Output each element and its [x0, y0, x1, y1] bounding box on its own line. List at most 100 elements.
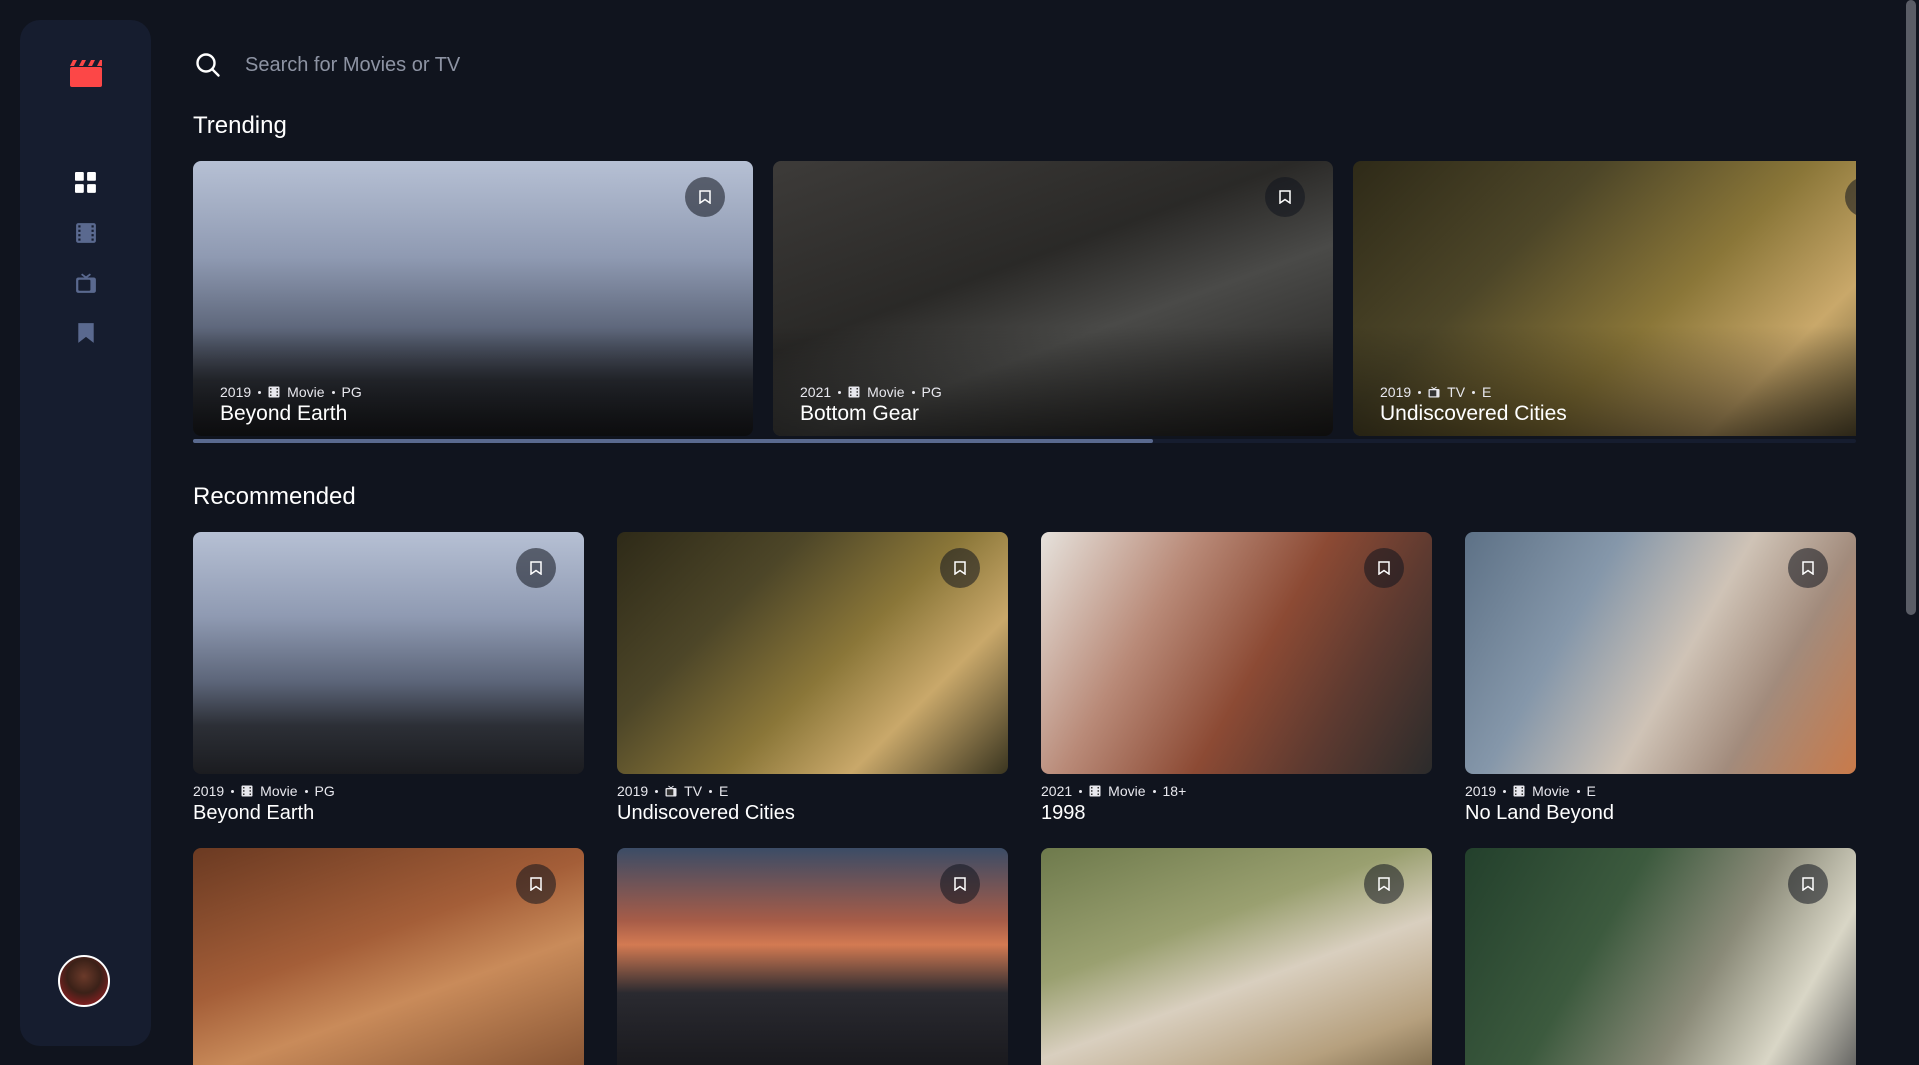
bookmark-button[interactable] [685, 177, 725, 217]
trending-title: Undiscovered Cities [1380, 402, 1567, 425]
bookmark-icon [1378, 561, 1390, 575]
bookmark-button[interactable] [516, 548, 556, 588]
rating: PG [314, 783, 335, 799]
bookmark-button[interactable] [940, 548, 980, 588]
recommended-card[interactable]: 2019 TV E Undiscovered Cities [617, 532, 1008, 825]
recommended-title: 1998 [1041, 802, 1086, 824]
recommended-card[interactable]: 2019 Movie E No Land Beyond [1465, 532, 1856, 825]
recommended-card[interactable] [617, 848, 1008, 1065]
trending-info: 2019 Movie PG Beyond Earth [220, 384, 362, 426]
recommended-card[interactable] [193, 848, 584, 1065]
trending-meta: 2021 Movie PG [800, 384, 942, 400]
thumbnail[interactable] [193, 848, 584, 1065]
rating: PG [921, 384, 942, 400]
tv-category-icon [665, 785, 677, 797]
category: TV [684, 783, 703, 799]
category: Movie [260, 783, 298, 799]
rating: E [1586, 783, 1596, 799]
thumbnail[interactable] [1465, 848, 1856, 1065]
bookmark-button[interactable] [1364, 548, 1404, 588]
thumbnail[interactable] [1041, 848, 1432, 1065]
recommended-title: No Land Beyond [1465, 802, 1615, 824]
movie-category-icon [848, 386, 860, 398]
movies-film-icon[interactable] [75, 222, 97, 244]
category: Movie [867, 384, 905, 400]
trending-scrollbar[interactable] [193, 439, 1856, 443]
avatar[interactable] [58, 955, 110, 1007]
bookmark-icon [699, 190, 711, 204]
recommended-title: Beyond Earth [193, 802, 315, 824]
thumbnail[interactable] [617, 848, 1008, 1065]
bookmark-icon [530, 561, 542, 575]
bookmark-icon [954, 561, 966, 575]
rating: E [719, 783, 729, 799]
bookmark-icon [1279, 190, 1291, 204]
bookmark-button[interactable] [516, 864, 556, 904]
recommended-title: Undiscovered Cities [617, 802, 795, 824]
trending-card[interactable]: 2019 TV E Undiscovered Cities [1353, 161, 1856, 436]
movie-category-icon [268, 386, 280, 398]
bookmark-button[interactable] [1265, 177, 1305, 217]
recommended-meta: 2019 TV E [617, 783, 1008, 799]
bookmark-button[interactable] [940, 864, 980, 904]
trending-card[interactable]: 2019 Movie PG Beyond Earth [193, 161, 753, 436]
page-scrollbar[interactable] [1903, 0, 1919, 1065]
trending-card[interactable]: 2021 Movie PG Bottom Gear [773, 161, 1333, 436]
trending-info: 2019 TV E Undiscovered Cities [1380, 384, 1567, 426]
year: 2019 [193, 783, 225, 799]
movie-category-icon [1089, 785, 1101, 797]
trending-title: Beyond Earth [220, 402, 348, 425]
trending-scrollbar-thumb[interactable] [193, 439, 1153, 443]
bookmark-button[interactable] [1788, 548, 1828, 588]
bookmark-icon [954, 877, 966, 891]
trending-meta: 2019 Movie PG [220, 384, 362, 400]
trending-title: Bottom Gear [800, 402, 920, 425]
bookmark-icon [1802, 877, 1814, 891]
recommended-meta: 2019 Movie PG [193, 783, 584, 799]
rating: E [1482, 384, 1492, 400]
film-clapper-icon[interactable] [69, 58, 103, 88]
search-input[interactable] [245, 48, 845, 82]
bookmark-button[interactable] [1845, 177, 1856, 217]
year: 2019 [1380, 384, 1412, 400]
category: Movie [1108, 783, 1146, 799]
year: 2021 [800, 384, 832, 400]
category: Movie [1532, 783, 1570, 799]
thumbnail[interactable] [193, 532, 584, 774]
tv-category-icon [1428, 386, 1440, 398]
bookmark-button[interactable] [1364, 864, 1404, 904]
rating: 18+ [1162, 783, 1187, 799]
recommended-meta: 2019 Movie E [1465, 783, 1856, 799]
thumbnail[interactable] [1041, 532, 1432, 774]
year: 2019 [1465, 783, 1497, 799]
thumbnail[interactable] [1465, 532, 1856, 774]
trending-info: 2021 Movie PG Bottom Gear [800, 384, 942, 426]
recommended-card[interactable]: 2021 Movie 18+ 1998 [1041, 532, 1432, 825]
thumbnail[interactable] [617, 532, 1008, 774]
bookmark-icon [1802, 561, 1814, 575]
bookmark-icon[interactable] [75, 322, 97, 344]
year: 2021 [1041, 783, 1073, 799]
bookmark-button[interactable] [1788, 864, 1828, 904]
search-icon [196, 53, 220, 77]
sidebar [20, 20, 151, 1046]
trending-meta: 2019 TV E [1380, 384, 1567, 400]
category: TV [1447, 384, 1466, 400]
year: 2019 [617, 783, 649, 799]
movie-category-icon [1513, 785, 1525, 797]
recommended-card[interactable] [1041, 848, 1432, 1065]
movie-category-icon [241, 785, 253, 797]
home-grid-icon[interactable] [75, 172, 97, 194]
trending-heading: Trending [193, 112, 287, 139]
recommended-card[interactable]: 2019 Movie PG Beyond Earth [193, 532, 584, 825]
page-scrollbar-thumb[interactable] [1906, 0, 1916, 615]
tv-series-icon[interactable] [75, 272, 97, 294]
recommended-card[interactable] [1465, 848, 1856, 1065]
bookmark-icon [530, 877, 542, 891]
year: 2019 [220, 384, 252, 400]
trending-carousel[interactable]: 2019 Movie PG Beyond Earth 2021 Movie PG [193, 161, 1856, 436]
recommended-meta: 2021 Movie 18+ [1041, 783, 1432, 799]
recommended-heading: Recommended [193, 483, 356, 510]
search-bar [193, 48, 893, 82]
category: Movie [287, 384, 325, 400]
